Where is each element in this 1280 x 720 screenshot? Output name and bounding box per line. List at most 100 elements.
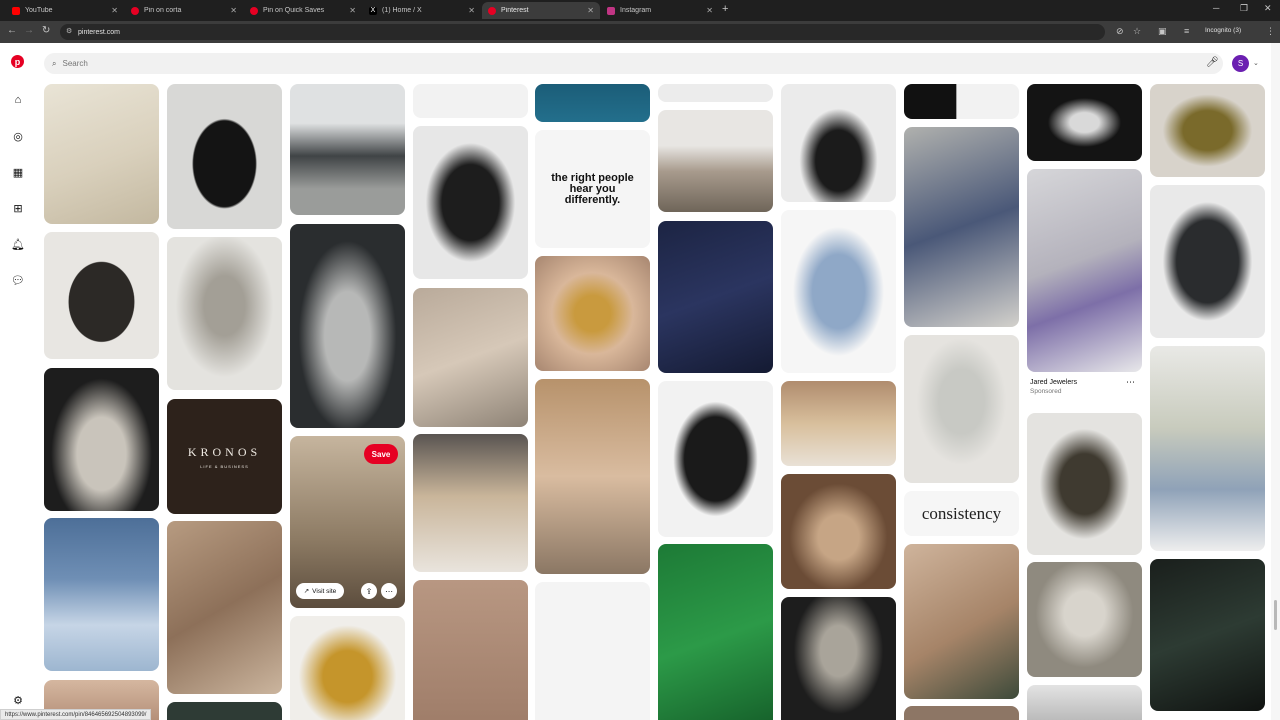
instagram-icon [607,6,615,15]
share-icon: ⇪ [365,586,373,596]
pin-card[interactable] [658,381,773,537]
pin-card[interactable] [904,127,1019,327]
chevron-down-icon[interactable]: ⌄ [1253,59,1259,67]
incognito-profile[interactable]: Incognito (3) [1205,27,1241,34]
pin-text-right-people: the right people hear you differently. [551,171,634,206]
pin-card[interactable] [413,84,528,118]
close-tab-icon[interactable]: ✕ [468,6,475,15]
back-icon[interactable]: ← [7,25,17,36]
pin-card[interactable] [1027,84,1142,161]
search-bar[interactable]: ⌕ [44,53,1223,74]
pin-card[interactable] [1150,559,1265,711]
pin-card[interactable] [904,544,1019,699]
sponsored-label: Sponsored [1030,388,1062,395]
pin-card[interactable] [1150,346,1265,551]
pin-card[interactable] [44,84,159,224]
pin-card[interactable] [167,237,282,390]
minimize-icon[interactable]: ─ [1213,3,1219,13]
pin-card[interactable] [44,518,159,671]
pin-card[interactable]: the right people hear you differently. [535,130,650,248]
new-tab-button[interactable]: + [722,3,728,15]
youtube-icon [12,6,20,15]
pin-card[interactable] [413,434,528,572]
pin-text-kronos-sub: LIFE & BUSINESS [200,463,249,469]
pin-card[interactable] [904,335,1019,483]
pin-card[interactable] [1027,413,1142,555]
tab-x-home[interactable]: X (1) Home / X ✕ [363,2,481,19]
pin-card[interactable] [1027,562,1142,677]
extensions-icon[interactable]: ≡ [1184,26,1189,36]
close-tab-icon[interactable]: ✕ [706,6,713,15]
pin-card[interactable] [781,84,896,202]
close-tab-icon[interactable]: ✕ [349,6,356,15]
bookmark-star-icon[interactable]: ☆ [1133,26,1141,37]
pinterest-logo[interactable]: p [11,55,24,68]
avatar[interactable]: S [1232,55,1249,72]
x-icon: X [369,6,377,15]
pin-card[interactable] [1027,685,1142,720]
pin-card[interactable] [167,84,282,229]
tab-instagram[interactable]: Instagram ✕ [601,2,719,19]
menu-kebab-icon[interactable]: ⋮ [1266,26,1275,37]
pin-card[interactable] [904,84,1019,119]
forward-icon[interactable]: → [24,25,34,36]
pin-card-sponsored[interactable] [1027,169,1142,372]
pin-card[interactable] [1150,84,1265,177]
pinterest-icon [250,6,258,15]
pin-text-consistency: consistency [921,503,1002,523]
pin-card[interactable] [658,110,773,212]
tab-youtube[interactable]: YouTube ✕ [6,2,124,19]
tab-title: YouTube [25,7,53,14]
pin-card[interactable] [781,381,896,466]
pin-card[interactable] [904,706,1019,720]
pin-text-kronos: KRONOS [187,444,262,459]
search-input[interactable] [62,59,1063,68]
url-text: pinterest.com [78,28,121,36]
pin-card[interactable] [44,368,159,511]
pin-card[interactable] [1150,185,1265,338]
pin-card[interactable] [658,221,773,373]
pin-card[interactable] [658,84,773,102]
pin-card[interactable] [658,544,773,720]
pin-card[interactable] [535,582,650,720]
share-button[interactable]: ⇪ [361,583,377,599]
pin-card[interactable] [290,224,405,428]
sponsored-advertiser-name[interactable]: Jared Jewelers [1030,379,1077,386]
tab-pin-on-quick-saves[interactable]: Pin on Quick Saves ✕ [244,2,362,19]
close-tab-icon[interactable]: ✕ [230,6,237,15]
site-info-icon[interactable]: ⚙ [66,27,72,35]
pin-card[interactable] [44,232,159,359]
ellipsis-icon[interactable]: ⋯ [1126,377,1135,388]
pin-card[interactable] [290,616,405,720]
pin-card[interactable] [413,288,528,427]
pin-card[interactable] [781,474,896,589]
reload-icon[interactable]: ↻ [42,25,50,36]
more-options-button[interactable]: ⋯ [381,583,397,599]
tab-pin-on-corta[interactable]: Pin on corta ✕ [125,2,243,19]
save-button[interactable]: Save [364,444,398,464]
tab-search-icon[interactable]: ▣ [1158,26,1167,37]
pin-card[interactable] [290,84,405,215]
pin-card[interactable] [535,379,650,574]
pin-card[interactable]: consistency [904,491,1019,536]
maximize-icon[interactable]: ❐ [1240,3,1248,14]
visit-site-label: Visit site [312,587,337,595]
pin-card[interactable] [167,521,282,694]
pin-card[interactable] [535,256,650,371]
pin-card[interactable] [781,210,896,373]
eye-off-icon[interactable]: ⊘ [1116,26,1124,37]
tab-pinterest[interactable]: Pinterest ✕ [482,2,600,19]
address-bar[interactable]: ⚙ pinterest.com [60,24,1105,40]
pin-card[interactable] [413,580,528,720]
pin-card[interactable] [167,702,282,720]
close-tab-icon[interactable]: ✕ [587,6,594,15]
pin-card[interactable] [781,597,896,720]
pin-card[interactable] [535,84,650,122]
close-tab-icon[interactable]: ✕ [111,6,118,15]
window-close-icon[interactable]: ✕ [1264,3,1272,14]
microphone-icon[interactable]: 🎤︎ [1206,57,1219,68]
scrollbar-thumb[interactable] [1274,600,1277,630]
pin-card[interactable] [413,126,528,279]
visit-site-button[interactable]: ↗ Visit site [296,583,344,599]
pin-card[interactable]: KRONOS LIFE & BUSINESS [167,399,282,514]
